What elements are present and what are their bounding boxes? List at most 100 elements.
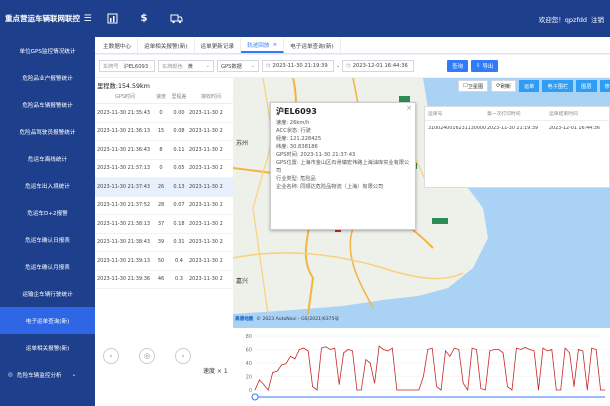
speed-point [547, 350, 548, 352]
speed-point [524, 347, 526, 348]
geofence-button[interactable]: 电子围栏 [542, 80, 574, 92]
speed-point [538, 389, 539, 391]
truck-icon[interactable] [169, 12, 183, 25]
start-time-input[interactable]: ◷ 2023-11-30 21:19:39 [262, 60, 334, 72]
hamburger-icon[interactable]: ☰ [84, 14, 92, 24]
sidebar-item[interactable]: 危险品业户报警统计 [0, 64, 95, 91]
sidebar-item[interactable]: 危运车确认日报表 [0, 226, 95, 253]
layer-button[interactable]: 图层 [576, 80, 597, 92]
waybill-cell: 2023-12-01 16:44:36 [549, 125, 600, 131]
speed-point [449, 355, 451, 357]
close-icon[interactable]: × [406, 104, 412, 112]
logout-link[interactable]: 注销 [591, 14, 604, 24]
plate-input[interactable]: 车牌号 沪EL6093 [99, 60, 155, 72]
waybill-row[interactable]: 310024001623113000071 2023-11-30 21:19:3… [425, 121, 609, 135]
col-gps-time[interactable]: GPS时间 [95, 93, 153, 103]
playback-speed[interactable]: 速度 × 1 [203, 366, 228, 375]
prev-icon[interactable]: ‹ [103, 348, 119, 364]
speed-point [361, 389, 362, 391]
table-row[interactable]: 2023-11-30 21:39:13 50 0.4 2023-11-30 2 [95, 252, 233, 271]
satellite-toggle[interactable]: ☐ 卫星图 [458, 80, 489, 92]
sidebar-item[interactable]: 单位GPS监控情况统计 [0, 37, 95, 64]
speed-point [400, 389, 402, 391]
speed-point [582, 350, 584, 352]
sidebar-item-label: 单位GPS监控情况统计 [19, 48, 76, 55]
table-row-selected[interactable]: 2023-11-30 21:37:43 26 0.13 2023-11-30 2 [95, 178, 233, 197]
dollar-icon[interactable]: $ [137, 12, 151, 25]
sidebar-item[interactable]: 危运车D+2报警 [0, 199, 95, 226]
table-row[interactable]: 2023-11-30 21:36:43 8 0.11 2023-11-30 2 [95, 141, 233, 160]
sidebar-item[interactable]: 运输企车辆行驶统计 [0, 280, 95, 307]
map-copyright: © 2023 AutoNavi - GS(2021)6375号 [256, 317, 340, 322]
y-tick-label: 60 [246, 347, 252, 353]
cell-time: 2023-11-30 21:35:43 [97, 109, 151, 116]
speed-point [423, 376, 424, 377]
tab-label: 运单相关报警(新) [143, 43, 188, 50]
speed-point [285, 363, 287, 364]
cell-speed: 46 [157, 276, 165, 283]
cell-recv: 2023-11-30 2 [189, 183, 223, 190]
tab-active[interactable]: 轨迹回放 × [241, 38, 285, 53]
gps-data-select[interactable]: GPS数据 ⌄ [217, 60, 259, 72]
col-recv-time[interactable]: 接收时间 [189, 93, 233, 103]
chart-icon[interactable] [105, 12, 119, 25]
popup-line: 速度: 26km/h [276, 120, 310, 126]
next-icon[interactable]: › [175, 348, 191, 364]
cell-mile: 0.08 [173, 128, 185, 135]
table-row[interactable]: 2023-11-30 21:38:13 37 0.18 2023-11-30 2 [95, 215, 233, 234]
table-row[interactable]: 2023-11-30 21:36:13 15 0.08 2023-11-30 2 [95, 123, 233, 141]
sidebar-group[interactable]: ◎ 危险车辆监控分析 ⌄ [0, 361, 95, 388]
tab-label: 电子运单查询(新) [290, 43, 334, 50]
table-row[interactable]: 2023-11-30 21:35:43 0 0.00 2023-11-30 2 [95, 104, 233, 123]
sidebar-item[interactable]: 危运车确认月报表 [0, 253, 95, 280]
speed-point [312, 386, 313, 387]
cell-speed: 50 [157, 257, 165, 264]
edit-button[interactable]: 修改 [599, 80, 610, 92]
y-tick-label: 80 [246, 334, 252, 340]
popup-line: 经度: 121.228425 [276, 136, 322, 142]
sidebar-group-label: 危险车辆监控分析 [16, 372, 62, 379]
speed-chart: 0 20 40 60 80 [233, 328, 610, 406]
speed-point [356, 389, 358, 391]
timeline-handle[interactable] [251, 393, 259, 401]
speed-point [595, 349, 597, 350]
speed-point [516, 347, 517, 349]
tab[interactable]: 主数据中心 [97, 38, 138, 53]
table-row[interactable]: 2023-11-30 21:38:43 39 0.31 2023-11-30 2 [95, 234, 233, 252]
svg-text:嘉兴: 嘉兴 [236, 277, 248, 285]
table-row[interactable]: 2023-11-30 21:37:13 0 0.05 2023-11-30 2 [95, 160, 233, 178]
waybill-button[interactable]: 运单 [518, 80, 540, 92]
speed-point [414, 389, 415, 391]
cell-recv: 2023-11-30 2 [189, 109, 223, 116]
table-row[interactable]: 2023-11-30 21:37:52 28 0.07 2023-11-30 2 [95, 197, 233, 215]
sidebar-item-active[interactable]: 电子运单查询(新) [0, 307, 95, 334]
end-time-input[interactable]: ◷ 2023-12-01 16:44:36 [342, 60, 415, 72]
tab[interactable]: 运单相关报警(新) [138, 38, 195, 53]
target-icon[interactable]: ◎ [139, 348, 155, 364]
sidebar-item-label: 危运车确认月报表 [25, 264, 70, 271]
sidebar-item[interactable]: 运单相关报警(新) [0, 334, 95, 361]
sidebar-item[interactable]: 危险品驾驶员报警统计 [0, 118, 95, 145]
query-button[interactable]: 查询 [447, 60, 468, 72]
tab[interactable]: 电子运单查询(新) [284, 38, 341, 53]
speed-point [471, 347, 473, 349]
speed-point [591, 347, 593, 349]
sidebar-item-label: 危运车D+2报警 [27, 210, 68, 217]
sidebar-item[interactable]: 危险品车辆报警统计 [0, 91, 95, 118]
y-tick-label: 20 [246, 374, 252, 380]
speed-point [427, 349, 429, 350]
close-icon[interactable]: × [272, 42, 277, 48]
cell-speed: 0 [159, 165, 163, 172]
plate-color-select[interactable]: 车牌颜色 黄 ⌄ [158, 60, 214, 72]
export-button[interactable]: ⇩ 导出 [470, 60, 499, 72]
speed-point [303, 347, 305, 349]
sidebar-item-label: 危运车出入境统计 [25, 183, 70, 190]
sidebar-item[interactable]: 危运车出入境统计 [0, 172, 95, 199]
refresh-button[interactable]: ⟳ 刷新 [491, 80, 516, 92]
tab[interactable]: 运单更新记录 [195, 38, 242, 53]
col-speed[interactable]: 速度 [153, 93, 169, 103]
table-row[interactable]: 2023-11-30 21:39:36 46 0.3 2023-11-30 2 [95, 271, 233, 289]
cell-recv: 2023-11-30 2 [189, 165, 223, 172]
sidebar-item[interactable]: 危运车离线统计 [0, 145, 95, 172]
col-mile-diff[interactable]: 里程差 [169, 93, 189, 103]
